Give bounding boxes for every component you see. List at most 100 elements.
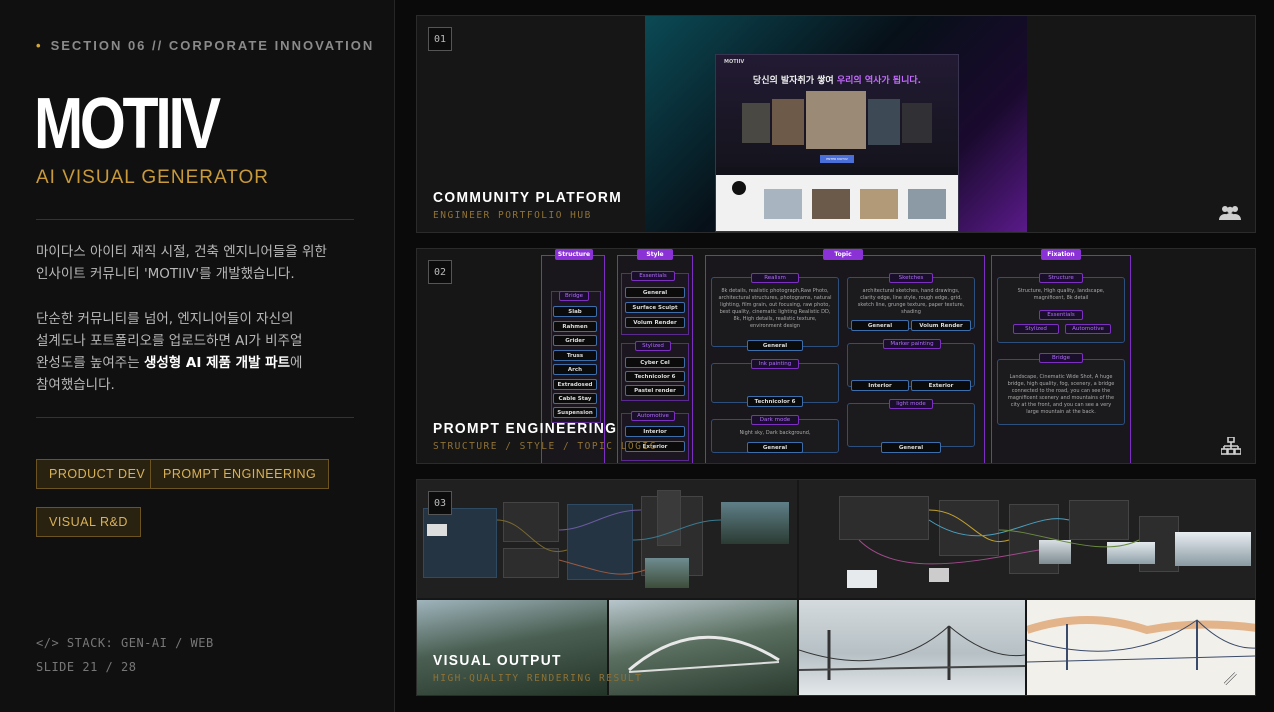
panel-prompt-engineering: 02 Structure Bridge Slab Rahmen Grider T… [416, 248, 1256, 464]
diagram-node: General [747, 442, 803, 453]
sketch-drawing [1027, 616, 1255, 670]
column-header: Style [637, 249, 673, 260]
suspension-drawing [799, 625, 1025, 680]
building-image [868, 99, 900, 145]
feed-image [812, 189, 850, 219]
feed-image [860, 189, 898, 219]
panel-community-platform: 01 MOTIIV 당신의 발자취가 쌓여 우리의 역사가 됩니다. ENTER… [416, 15, 1256, 233]
panel-number: 03 [428, 491, 452, 515]
diagram-node: Surface Sculpt [625, 302, 685, 313]
diagram-node: Extradosed [553, 379, 597, 390]
panel-number: 01 [428, 27, 452, 51]
hero-section: MOTIIV 당신의 발자취가 쌓여 우리의 역사가 됩니다. ENTER MO… [716, 55, 958, 167]
diagram-node: Exterior [911, 380, 971, 391]
divider [36, 417, 354, 418]
group-header: Bridge [1039, 353, 1083, 363]
desc-line: 완성도를 높여주는 생성형 AI 제품 개발 파트에 [36, 352, 356, 374]
diagram-node: General [881, 442, 941, 453]
tag-prompt-engineering: PROMPT ENGINEERING [150, 459, 330, 489]
diagram-node: Slab [553, 306, 597, 317]
render-suspension-fog [799, 600, 1025, 695]
community-icon [1219, 206, 1241, 220]
graph-wires [858, 509, 1140, 565]
tag-visual-rd: VISUAL R&D [36, 507, 141, 537]
section-label: • SECTION 06 // CORPORATE INNOVATION [36, 38, 374, 53]
desc-line: 마이다스 아이티 재직 시절, 건축 엔지니어들을 위한 [36, 244, 327, 260]
column-header: Structure [555, 249, 593, 260]
diagram-node: Rahmen [553, 321, 597, 332]
desc-line: 단순한 커뮤니티를 넘어, 엔지니어들이 자신의 [36, 311, 294, 327]
graph-wires [496, 509, 722, 575]
bullet-icon: • [36, 38, 43, 53]
diagram-node: Suspension [553, 407, 597, 418]
diagram-node: Pastel render [625, 385, 685, 396]
mockup-headline: 당신의 발자취가 쌓여 우리의 역사가 됩니다. [716, 73, 958, 86]
column-header: Topic [823, 249, 863, 260]
project-title: MOTIIV [34, 84, 221, 164]
diagram-node: General [625, 287, 685, 298]
group-header: Ink painting [751, 359, 799, 369]
diagram-node: Technicolor 6 [625, 371, 685, 382]
building-image [902, 103, 932, 143]
diagram-node: General [747, 340, 803, 351]
diagram-node: Cyber Cel [625, 357, 685, 368]
mockup-enter-button: ENTER MOTIIV [820, 155, 854, 163]
building-image [742, 103, 770, 143]
button-label: ENTER MOTIIV [826, 157, 848, 161]
group-header: Automotive [631, 411, 675, 421]
desc-line: 인사이트 커뮤니티 'MOTIIV'를 개발했습니다. [36, 266, 295, 282]
intro-panel: • SECTION 06 // CORPORATE INNOVATION MOTI… [0, 0, 395, 712]
desc-line: 참여했습니다. [36, 377, 115, 393]
building-image [806, 91, 866, 149]
avatar [732, 181, 746, 195]
diagram-node: Grider [553, 335, 597, 346]
diagram-node: Cable Stay [553, 393, 597, 404]
light-mode-box [847, 403, 975, 447]
realism-box: 8k details, realistic photograph,Raw Pho… [711, 277, 839, 347]
stack-info: </> STACK: GEN-AI / WEB [36, 636, 214, 650]
group-header: Structure [1039, 273, 1083, 283]
feed-image [764, 189, 802, 219]
feed-image [908, 189, 946, 219]
group-header: Automotive [1065, 324, 1111, 334]
hierarchy-icon [1221, 437, 1241, 455]
desc-highlight: 생성형 AI 제품 개발 파트 [143, 355, 291, 371]
panel-title: PROMPT ENGINEERING [433, 420, 618, 437]
diagram-node: Interior [625, 426, 685, 437]
diagram-node: Volum Render [625, 317, 685, 328]
panel-subtitle: STRUCTURE / STYLE / TOPIC LOGIC [433, 441, 657, 452]
section-label-text: SECTION 06 // CORPORATE INNOVATION [50, 38, 375, 53]
diagram-node: Truss [553, 350, 597, 361]
mockup-logo: MOTIIV [724, 59, 745, 65]
feed-section [716, 175, 958, 231]
desc-text: 에 [290, 355, 303, 371]
project-subtitle: AI VISUAL GENERATOR [36, 167, 269, 188]
panel-title: VISUAL OUTPUT [433, 652, 562, 669]
fixation-bridge-box: Landscape, Cinematic Wide Shot, A huge b… [997, 359, 1125, 425]
group-header: Essentials [631, 271, 675, 281]
diagram-node: Technicolor 6 [747, 396, 803, 407]
group-header: Dark mode [751, 415, 799, 425]
group-header: Stylized [635, 341, 671, 351]
diagram-node: Volum Render [911, 320, 971, 331]
stack-text: STACK: GEN-AI / WEB [66, 636, 214, 650]
magic-wand-icon [1223, 669, 1240, 686]
building-image [772, 99, 804, 145]
group-header: Realism [751, 273, 799, 283]
group-header: Marker painting [883, 339, 941, 349]
headline-text: 당신의 발자취가 쌓여 [752, 76, 837, 86]
panel-visual-output: 03 VISUAL OUTPUT HIGH-QUALITY RENDERING … [416, 479, 1256, 696]
panel-number: 02 [428, 260, 452, 284]
render-suspension-sketch [1027, 600, 1255, 695]
diagram-node: Interior [851, 380, 909, 391]
diagram-node: Arch [553, 364, 597, 375]
desc-line: 설계도나 포트폴리오를 업로드하면 AI가 비주얼 [36, 333, 303, 349]
slide-counter: SLIDE 21 / 28 [36, 660, 137, 674]
panel-subtitle: ENGINEER PORTFOLIO HUB [433, 210, 592, 221]
platform-screenshot: MOTIIV 당신의 발자취가 쌓여 우리의 역사가 됩니다. ENTER MO… [645, 16, 1027, 232]
description-detail: 단순한 커뮤니티를 넘어, 엔지니어들이 자신의 설계도나 포트폴리오를 업로드… [36, 308, 356, 396]
workflow-graph [799, 480, 1255, 598]
tag-product-dev: PRODUCT DEV [36, 459, 159, 489]
headline-accent: 우리의 역사가 됩니다. [836, 76, 922, 86]
browser-mockup: MOTIIV 당신의 발자취가 쌓여 우리의 역사가 됩니다. ENTER MO… [715, 54, 959, 232]
